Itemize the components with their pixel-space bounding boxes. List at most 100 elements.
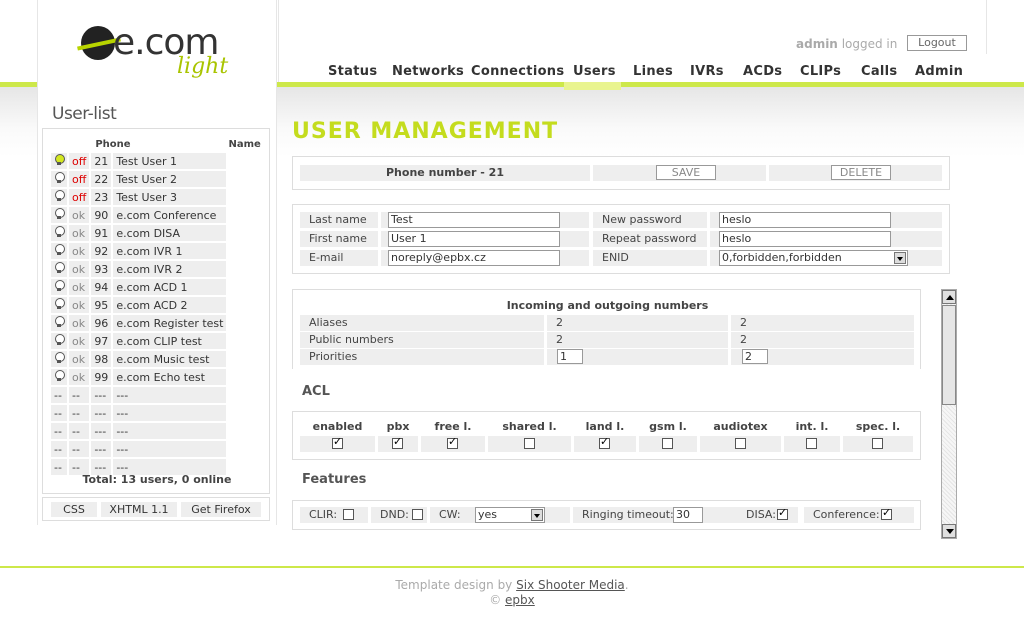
acl-checkbox[interactable] xyxy=(662,438,673,449)
col-icon xyxy=(51,137,67,151)
cw-select[interactable]: yes xyxy=(475,507,545,523)
disa-checkbox[interactable] xyxy=(777,506,788,520)
scrollbar[interactable] xyxy=(941,289,957,539)
user-row[interactable]: ok 90 e.com Conference xyxy=(51,207,301,223)
bulb-icon-cell xyxy=(51,189,67,205)
user-row[interactable]: ok 92 e.com IVR 1 xyxy=(51,243,301,259)
scroll-up-icon[interactable] xyxy=(942,290,956,304)
conference-checkbox[interactable] xyxy=(881,506,892,520)
empty-cell: -- xyxy=(69,405,90,421)
nav-calls[interactable]: Calls xyxy=(861,64,897,82)
acl-col-label: gsm l. xyxy=(649,420,687,433)
footer-line xyxy=(0,566,1024,568)
col-name: Name xyxy=(228,138,261,150)
public-numbers-a: 2 xyxy=(547,332,728,348)
ringing-timeout-input[interactable]: 30 xyxy=(673,507,703,523)
acl-checkbox[interactable] xyxy=(806,438,817,449)
aliases-a: 2 xyxy=(547,315,728,331)
acl-checkbox[interactable] xyxy=(332,435,343,449)
six-shooter-link[interactable]: Six Shooter Media xyxy=(516,578,625,592)
nav-status[interactable]: Status xyxy=(328,64,377,82)
priority-a-input[interactable]: 1 xyxy=(557,349,583,364)
phone-number-label: Phone number - 21 xyxy=(300,165,590,181)
nav-connections[interactable]: Connections xyxy=(471,64,564,82)
user-row[interactable]: -- -- --- --- xyxy=(51,423,301,439)
numbers-panel: Incoming and outgoing numbers Aliases 2 … xyxy=(292,289,921,369)
cw-label: CW: xyxy=(439,508,461,521)
bulb-icon xyxy=(54,207,65,220)
user-name: Test User 2 xyxy=(113,171,227,187)
user-row[interactable]: off 22 Test User 2 xyxy=(51,171,301,187)
get-firefox-link[interactable]: Get Firefox xyxy=(181,502,261,517)
user-row[interactable]: ok 91 e.com DISA xyxy=(51,225,301,241)
app-logo[interactable]: e.com light xyxy=(81,22,241,82)
user-name: e.com Conference xyxy=(113,207,227,223)
new-password-input[interactable]: heslo xyxy=(719,212,891,228)
acl-checkbox[interactable] xyxy=(524,438,535,449)
delete-button[interactable]: DELETE xyxy=(831,165,891,180)
nav-ivrs[interactable]: IVRs xyxy=(690,64,724,82)
user-row[interactable]: -- -- --- --- xyxy=(51,441,301,457)
repeat-password-input[interactable]: heslo xyxy=(719,231,891,247)
user-row[interactable]: off 21 Test User 1 xyxy=(51,153,301,169)
scroll-down-icon[interactable] xyxy=(942,524,956,538)
scroll-thumb[interactable] xyxy=(942,305,956,405)
user-row[interactable]: -- -- --- --- xyxy=(51,405,301,421)
xhtml-link[interactable]: XHTML 1.1 xyxy=(101,502,177,517)
user-row[interactable]: ok 93 e.com IVR 2 xyxy=(51,261,301,277)
footer-credit-prefix: Template design by xyxy=(395,578,513,592)
bulb-icon xyxy=(54,261,65,274)
logout-button[interactable]: Logout xyxy=(907,35,967,51)
acl-checkbox[interactable] xyxy=(447,435,458,449)
empty-cell: --- xyxy=(91,441,112,457)
epbx-link[interactable]: epbx xyxy=(505,593,535,607)
user-phone: 96 xyxy=(91,315,112,331)
user-row[interactable]: ok 94 e.com ACD 1 xyxy=(51,279,301,295)
conference-label: Conference: xyxy=(813,508,880,521)
enid-select[interactable]: 0,forbidden,forbidden xyxy=(719,250,908,266)
user-status: ok xyxy=(69,279,90,295)
nav-users[interactable]: Users xyxy=(573,64,616,82)
clir-checkbox[interactable] xyxy=(343,509,354,520)
ringing-label: Ringing timeout: xyxy=(582,508,674,521)
nav-clips[interactable]: CLIPs xyxy=(800,64,841,82)
user-name: e.com Echo test xyxy=(113,369,227,385)
user-form: Last name Test First name User 1 E-mail … xyxy=(292,204,950,274)
acl-checkbox[interactable] xyxy=(392,435,403,449)
nav-networks[interactable]: Networks xyxy=(392,64,464,82)
acl-checkbox[interactable] xyxy=(599,435,610,449)
user-row[interactable]: ok 96 e.com Register test xyxy=(51,315,301,331)
nav-lines[interactable]: Lines xyxy=(633,64,673,82)
user-row[interactable]: ok 98 e.com Music test xyxy=(51,351,301,367)
save-button[interactable]: SAVE xyxy=(656,165,716,180)
user-rows: off 21 Test User 1 off 22 Test User 2 off 23 Tes… xyxy=(51,153,301,475)
user-row[interactable]: -- -- --- --- xyxy=(51,387,301,403)
empty-cell: --- xyxy=(113,405,227,421)
acl-checkbox[interactable] xyxy=(872,438,883,449)
nav-admin[interactable]: Admin xyxy=(915,64,963,82)
bulb-icon-cell xyxy=(51,207,67,223)
user-status: ok xyxy=(69,333,90,349)
user-row[interactable]: off 23 Test User 3 xyxy=(51,189,301,205)
user-row[interactable]: ok 97 e.com CLIP test xyxy=(51,333,301,349)
footer-credit: Template design by Six Shooter Media. xyxy=(0,578,1024,592)
css-link[interactable]: CSS xyxy=(51,502,97,517)
bulb-icon-cell xyxy=(51,279,67,295)
numbers-title: Incoming and outgoing numbers xyxy=(506,299,709,312)
dnd-checkbox[interactable] xyxy=(412,509,423,520)
nav-acds[interactable]: ACDs xyxy=(743,64,782,82)
email-input[interactable]: noreply@epbx.cz xyxy=(388,250,560,266)
user-status: ok xyxy=(69,207,90,223)
priority-b-input[interactable]: 2 xyxy=(742,349,768,364)
user-status: off xyxy=(69,189,90,205)
empty-cell: -- xyxy=(69,423,90,439)
empty-cell: -- xyxy=(69,387,90,403)
first-name-input[interactable]: User 1 xyxy=(388,231,560,247)
user-row[interactable]: ok 99 e.com Echo test xyxy=(51,369,301,385)
user-row[interactable]: ok 95 e.com ACD 2 xyxy=(51,297,301,313)
bulb-icon-cell xyxy=(51,261,67,277)
acl-col-label: spec. l. xyxy=(855,420,901,433)
acl-checkbox[interactable] xyxy=(735,438,746,449)
last-name-input[interactable]: Test xyxy=(388,212,560,228)
user-phone: 94 xyxy=(91,279,112,295)
